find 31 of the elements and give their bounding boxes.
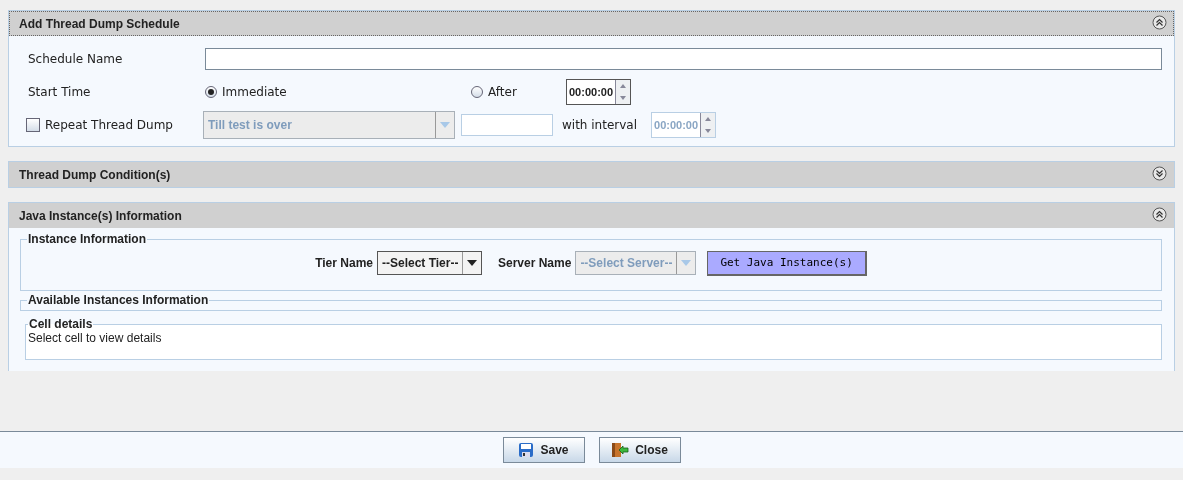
dropdown-arrow-icon bbox=[681, 260, 692, 266]
panel-title: Java Instance(s) Information bbox=[19, 208, 182, 223]
tier-dropdown[interactable]: --Select Tier-- bbox=[377, 251, 482, 275]
save-button[interactable]: Save bbox=[502, 437, 585, 463]
interval-label: with interval bbox=[562, 118, 638, 132]
dropdown-arrow-icon bbox=[467, 260, 477, 266]
time-spinner[interactable]: 00:00:00 bbox=[566, 79, 632, 105]
panel-title: Add Thread Dump Schedule bbox=[19, 16, 180, 31]
fieldset-legend: Available Instances Information bbox=[27, 293, 210, 307]
radio-option[interactable]: Immediate bbox=[205, 85, 471, 99]
field-label: Schedule Name bbox=[28, 52, 124, 66]
panel-header[interactable]: Thread Dump Condition(s) bbox=[9, 162, 1174, 187]
repeat-count-field[interactable] bbox=[461, 114, 553, 136]
field-label: Start Time bbox=[28, 85, 92, 99]
radio-option[interactable]: After bbox=[471, 85, 566, 99]
panel-header[interactable]: Java Instance(s) Information bbox=[9, 203, 1174, 228]
expand-icon[interactable] bbox=[1152, 165, 1167, 181]
dropdown-arrow-icon bbox=[440, 122, 450, 128]
tier-label: Tier Name bbox=[315, 256, 373, 270]
schedule-name-field[interactable] bbox=[205, 48, 1162, 70]
door-exit-icon bbox=[611, 442, 630, 458]
get-instances-button[interactable]: Get Java Instance(s) bbox=[707, 250, 867, 276]
fieldset-legend: Cell details bbox=[28, 317, 94, 331]
collapse-icon[interactable] bbox=[1152, 206, 1167, 222]
close-button[interactable]: Close bbox=[598, 437, 681, 463]
panel-title: Thread Dump Condition(s) bbox=[19, 167, 171, 182]
collapse-icon[interactable] bbox=[1152, 14, 1167, 30]
fieldset-legend: Instance Information bbox=[27, 232, 147, 246]
server-label: Server Name bbox=[498, 256, 572, 270]
panel-header[interactable]: Add Thread Dump Schedule bbox=[9, 11, 1174, 36]
cell-details-text: Select cell to view details bbox=[28, 331, 162, 345]
